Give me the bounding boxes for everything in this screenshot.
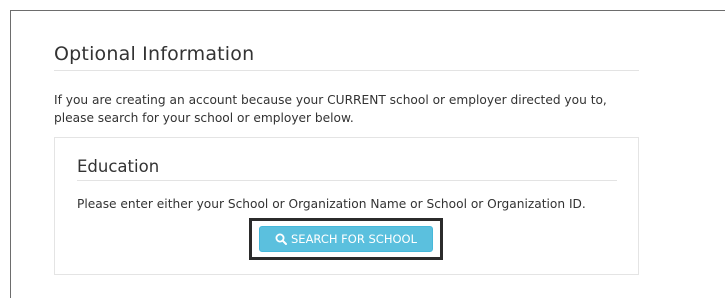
search-icon <box>275 229 287 245</box>
education-panel: Education Please enter either your Schoo… <box>54 137 639 275</box>
search-button-label: SEARCH FOR SCHOOL <box>291 232 417 246</box>
search-for-school-button[interactable]: SEARCH FOR SCHOOL <box>259 226 433 252</box>
intro-text: If you are creating an account because y… <box>54 91 654 127</box>
section-title: Optional Information <box>54 43 255 65</box>
intro-line-2: please search for your school or employe… <box>54 111 354 125</box>
education-divider <box>77 180 617 181</box>
education-title: Education <box>77 157 160 176</box>
search-button-highlight: SEARCH FOR SCHOOL <box>249 218 443 260</box>
intro-line-1: If you are creating an account because y… <box>54 93 607 107</box>
education-instruction: Please enter either your School or Organ… <box>77 197 586 211</box>
section-divider <box>54 70 639 71</box>
